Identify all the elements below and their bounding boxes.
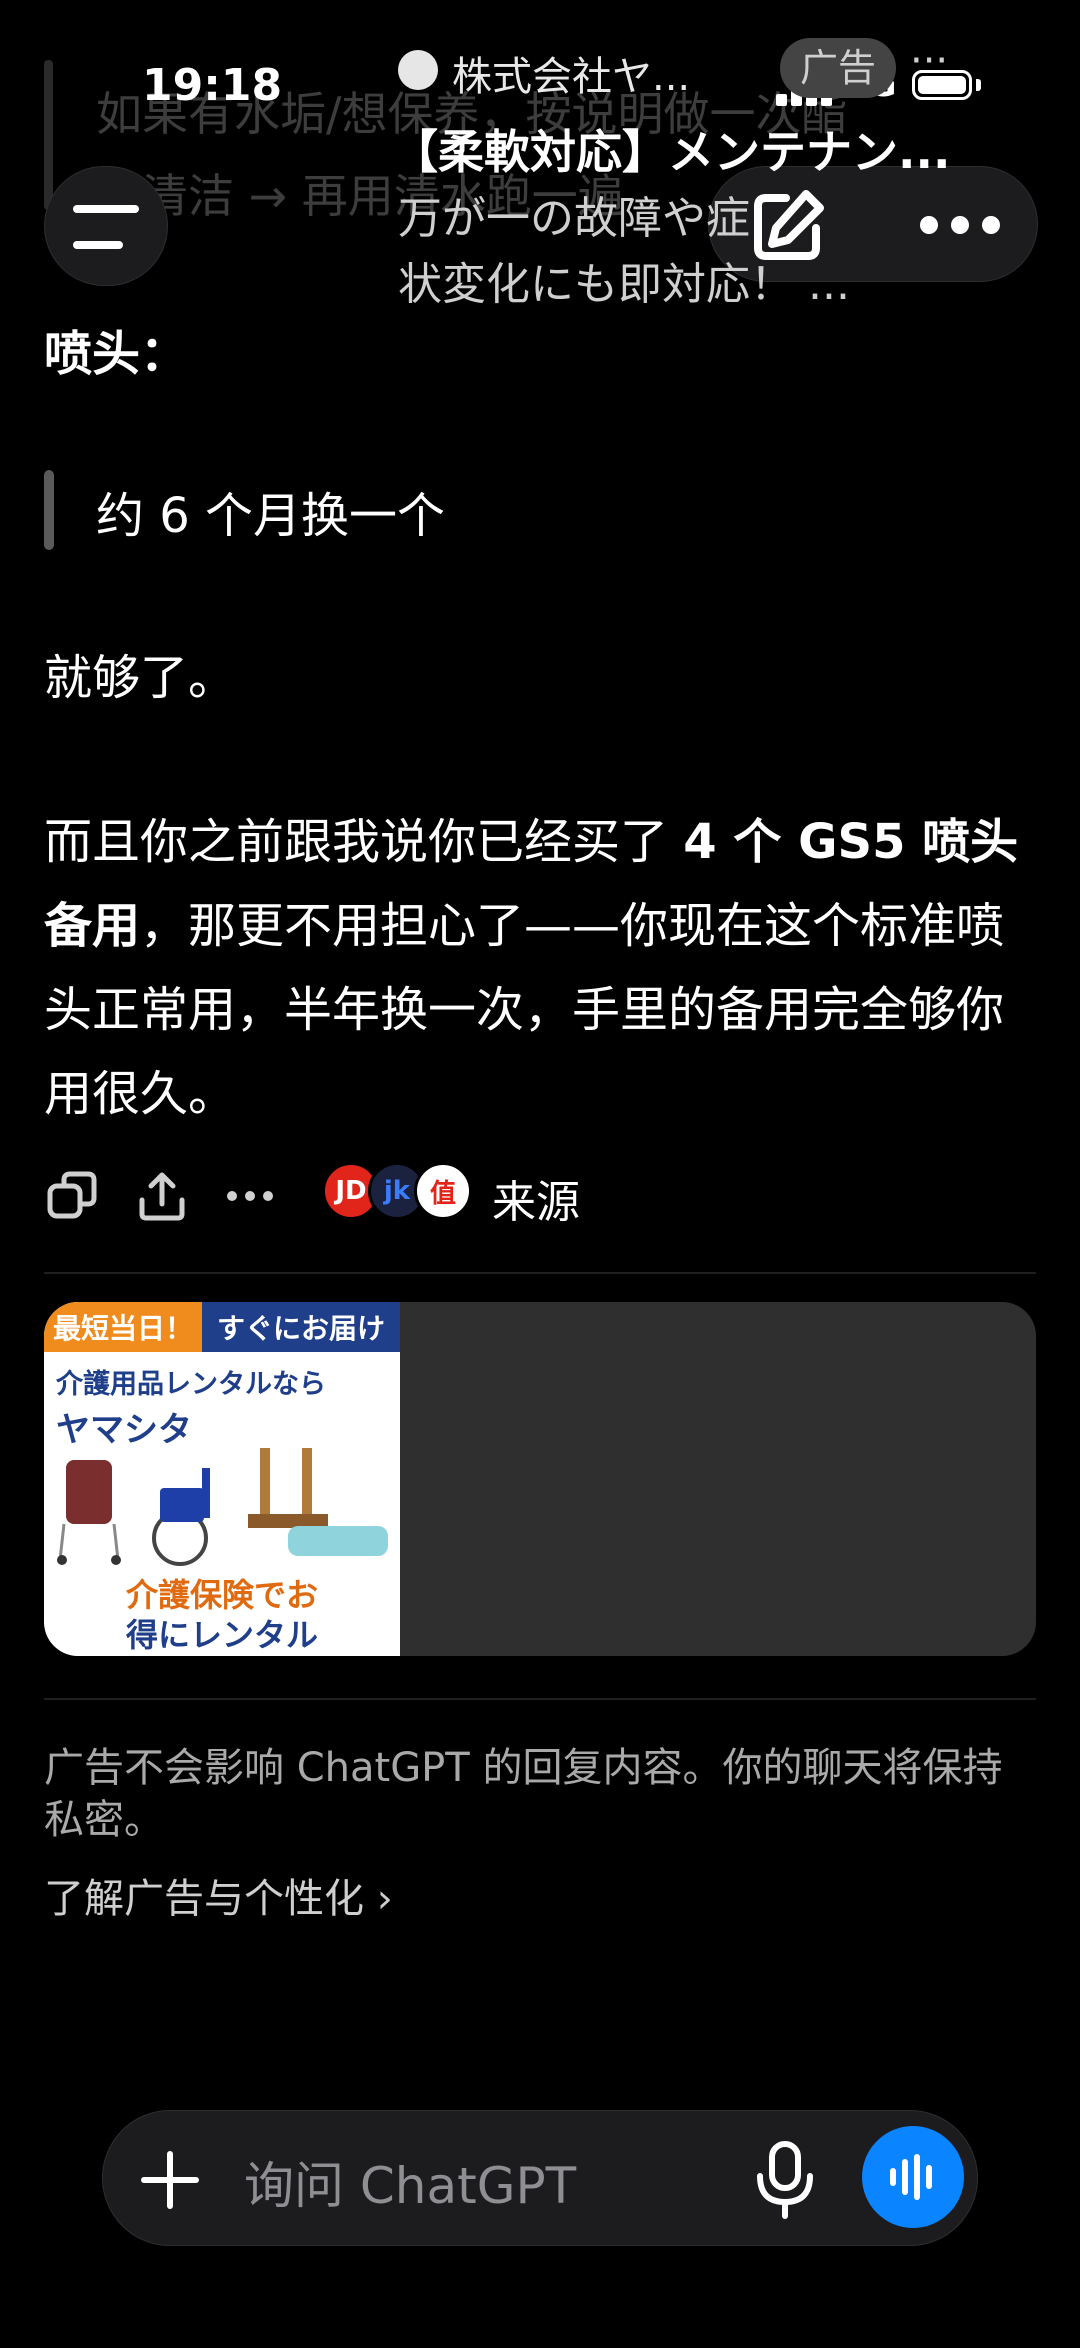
voice-waveform-icon: [890, 2154, 932, 2200]
sources-button[interactable]: JD jk 值: [322, 1162, 472, 1222]
body-text: 就够了。: [44, 650, 237, 706]
status-time: 19:18: [142, 60, 283, 111]
share-icon[interactable]: [134, 1168, 190, 1224]
learn-ads-link[interactable]: 了解广告与个性化 ›: [44, 1866, 393, 1924]
ad-insurance-line: 得にレンタル: [125, 1616, 318, 1654]
section-heading: 喷头：: [44, 326, 189, 382]
ad-description: 万が一の故障や症 状変化にも即対応！ ...: [398, 193, 850, 310]
ad-image[interactable]: 最短当日！ すぐにお届け 介護用品レンタルなら ヤマシタ 介護保険でお 得にレン…: [44, 1302, 400, 1656]
ad-banner-right: すぐにお届け: [202, 1302, 400, 1352]
ad-disclaimer: 广告不会影响 ChatGPT 的回复内容。你的聊天将保持私密。: [44, 1745, 1003, 1843]
composer-input[interactable]: 询问 ChatGPT: [244, 2146, 576, 2218]
voice-mode-button[interactable]: [862, 2126, 964, 2228]
divider: [44, 1698, 1036, 1700]
menu-button[interactable]: [44, 166, 168, 286]
plus-icon[interactable]: [138, 2148, 202, 2212]
advertiser-name[interactable]: 株式会社ヤ...: [452, 44, 690, 102]
ad-brand-logo: ヤマシタ: [56, 1410, 192, 1450]
body-paragraph: 而且你之前跟我说你已经买了 4 个 GS5 喷头备用，那更不用担心了——你现在这…: [44, 814, 1019, 1122]
ad-banner-left: 最短当日！: [44, 1302, 202, 1352]
divider: [44, 1272, 1036, 1274]
more-icon[interactable]: [222, 1168, 278, 1224]
ad-title[interactable]: 【柔軟対応】メンテナン...: [392, 116, 950, 182]
sources-label[interactable]: 来源: [492, 1166, 580, 1230]
ad-badge: 广告: [780, 38, 897, 98]
advertiser-icon: [398, 50, 438, 90]
previous-quote-bar: [44, 60, 53, 210]
copy-icon[interactable]: [44, 1168, 100, 1224]
menu-icon: [73, 205, 139, 213]
ad-image-subtitle: 介護用品レンタルなら: [56, 1369, 326, 1400]
ad-more-button[interactable]: ···: [910, 38, 948, 84]
battery-tip: [976, 79, 981, 91]
ad-products-illustration: [57, 1448, 388, 1566]
microphone-icon[interactable]: [750, 2140, 820, 2220]
quote-bar: [44, 470, 54, 550]
quote-text: 约 6 个月换一个: [96, 488, 446, 544]
smzdm-logo: 值: [414, 1162, 472, 1220]
ad-card[interactable]: 最短当日！ すぐにお届け 介護用品レンタルなら ヤマシタ 介護保険でお 得にレン…: [44, 1302, 1036, 1656]
